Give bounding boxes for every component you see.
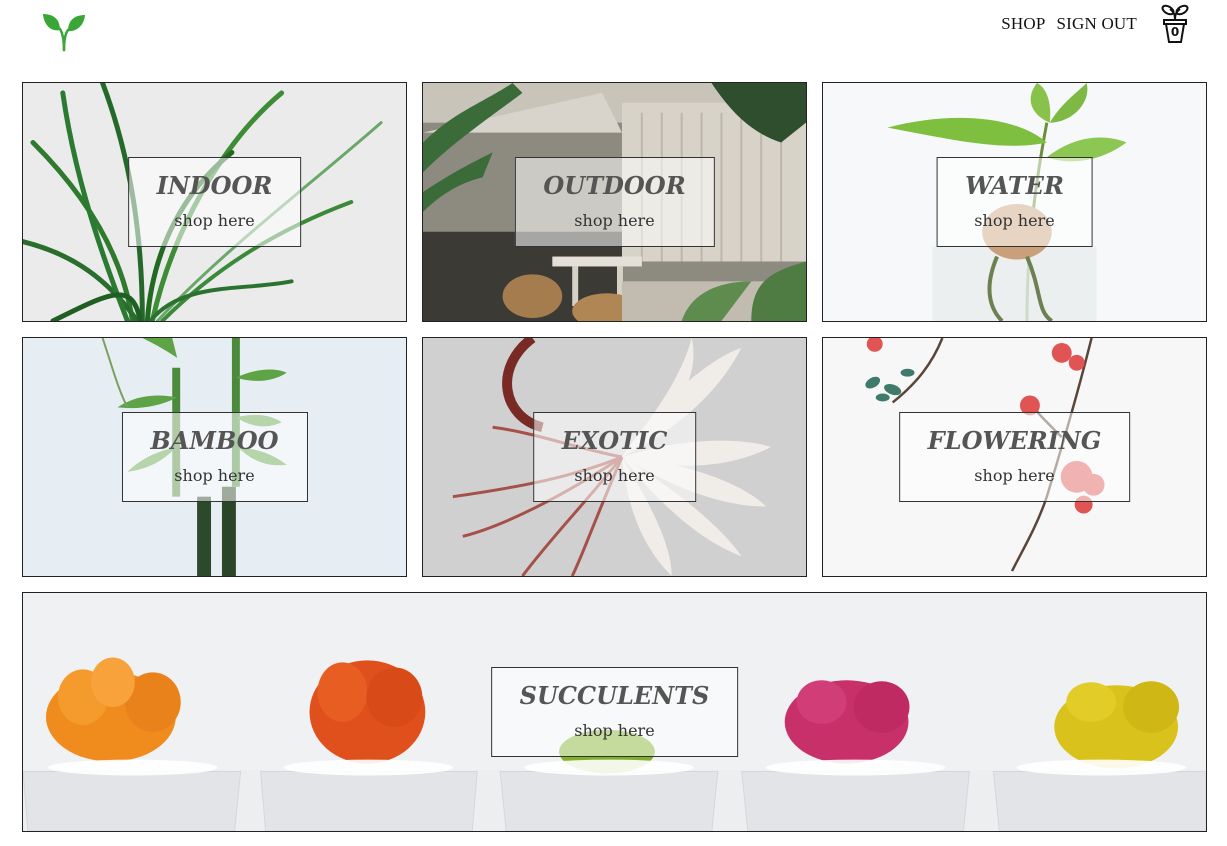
category-label: OUTDOOR shop here <box>514 157 715 247</box>
category-title: EXOTIC <box>561 426 668 455</box>
header: SHOP SIGN OUT 0 <box>0 0 1227 60</box>
category-label: EXOTIC shop here <box>532 412 697 502</box>
category-title: WATER <box>965 171 1064 200</box>
category-title: SUCCULENTS <box>519 681 710 710</box>
main-nav: SHOP SIGN OUT 0 <box>1001 4 1191 44</box>
category-title: FLOWERING <box>927 426 1102 455</box>
shop-here-link[interactable]: shop here <box>174 206 254 236</box>
category-label: FLOWERING shop here <box>898 412 1131 502</box>
category-tile-exotic[interactable]: EXOTIC shop here <box>422 337 807 577</box>
shop-here-link[interactable]: shop here <box>574 206 654 236</box>
shop-here-link[interactable]: shop here <box>974 206 1054 236</box>
category-tile-indoor[interactable]: INDOOR shop here <box>22 82 407 322</box>
shop-here-link[interactable]: shop here <box>574 716 654 746</box>
cart-button[interactable]: 0 <box>1159 4 1191 44</box>
category-label: WATER shop here <box>936 157 1093 247</box>
shop-here-link[interactable]: shop here <box>174 461 254 491</box>
category-title: INDOOR <box>156 171 273 200</box>
category-label: SUCCULENTS shop here <box>490 667 739 757</box>
category-tile-succulents[interactable]: SUCCULENTS shop here <box>22 592 1207 832</box>
category-title: BAMBOO <box>150 426 279 455</box>
category-tile-flowering[interactable]: FLOWERING shop here <box>822 337 1207 577</box>
category-label: BAMBOO shop here <box>121 412 308 502</box>
sign-out-link[interactable]: SIGN OUT <box>1057 6 1137 42</box>
category-tile-outdoor[interactable]: OUTDOOR shop here <box>422 82 807 322</box>
shop-here-link[interactable]: shop here <box>574 461 654 491</box>
category-tile-bamboo[interactable]: BAMBOO shop here <box>22 337 407 577</box>
leaf-logo-icon[interactable] <box>40 10 88 54</box>
shop-link[interactable]: SHOP <box>1001 6 1045 42</box>
shop-here-link[interactable]: shop here <box>974 461 1054 491</box>
category-tile-water[interactable]: WATER shop here <box>822 82 1207 322</box>
category-label: INDOOR shop here <box>127 157 302 247</box>
cart-count: 0 <box>1170 25 1180 39</box>
category-title: OUTDOOR <box>543 171 686 200</box>
